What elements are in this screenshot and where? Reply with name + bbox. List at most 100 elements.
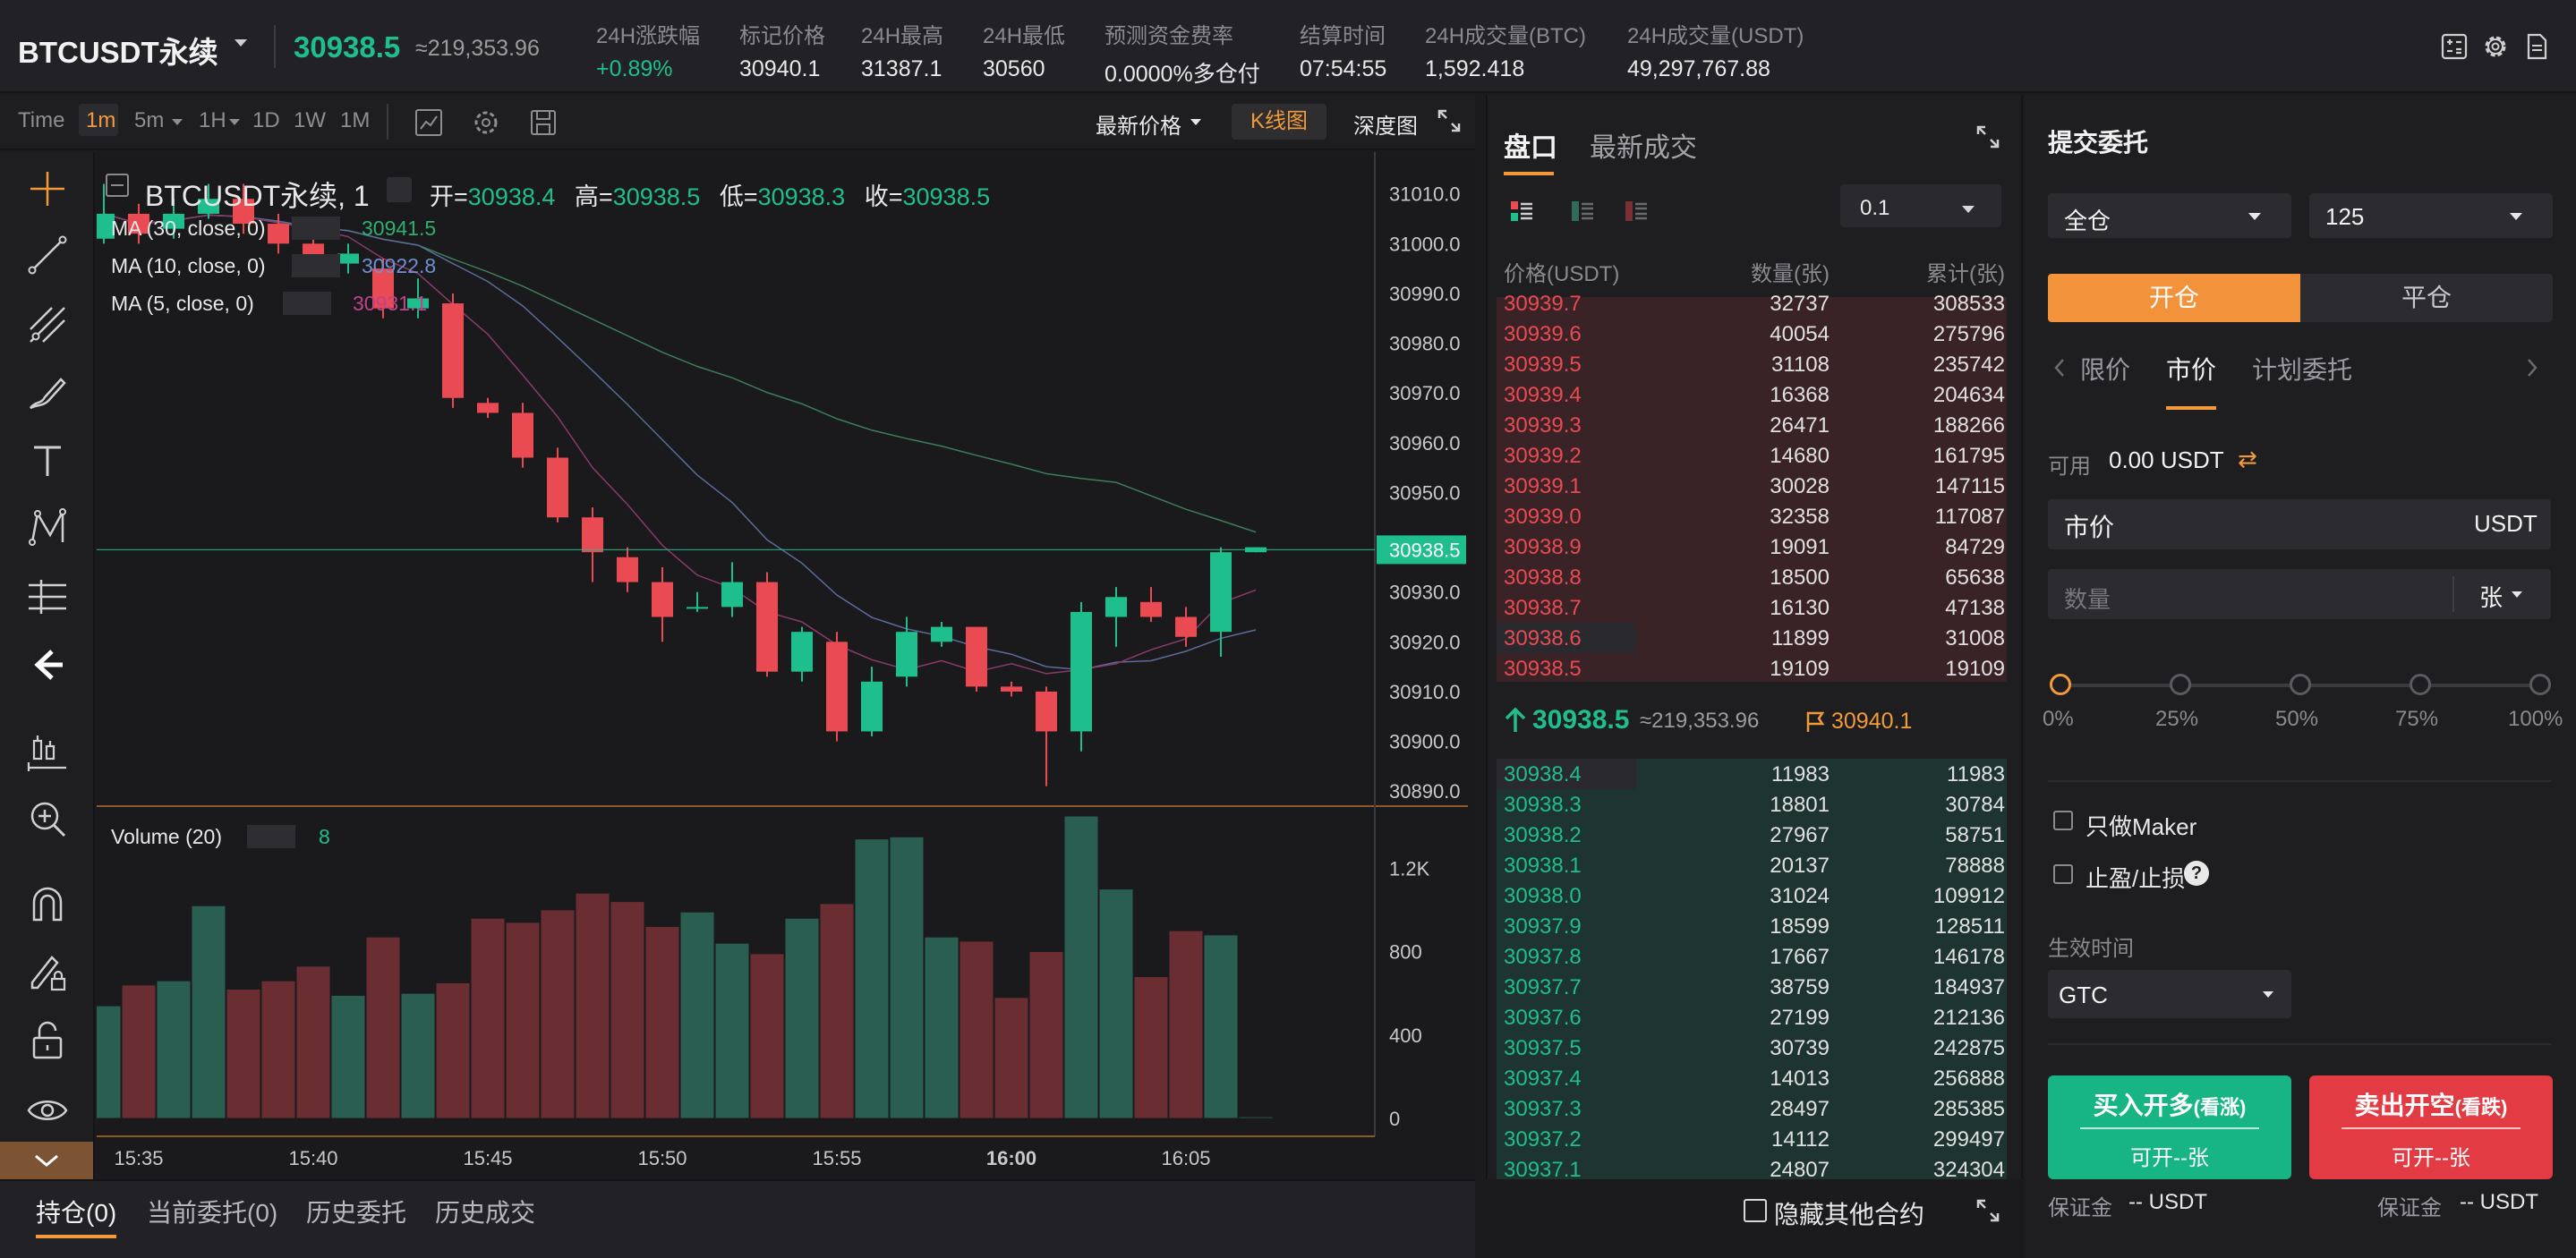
- bid-row[interactable]: 30938.3 18801 30784: [1504, 789, 2005, 820]
- chevron-down-icon[interactable]: [1962, 206, 1975, 213]
- bid-row[interactable]: 30937.8 17667 146178: [1504, 941, 2005, 972]
- brush-icon[interactable]: [23, 369, 72, 417]
- price-type-select[interactable]: 最新价格: [1096, 108, 1181, 140]
- order-type-market[interactable]: 市价: [2166, 351, 2216, 387]
- ask-row[interactable]: 30938.7 16130 47138: [1504, 592, 2005, 623]
- interval-1d[interactable]: 1D: [252, 108, 280, 133]
- ask-row[interactable]: 30939.4 16368 204634: [1504, 379, 2005, 410]
- measure-icon[interactable]: [23, 573, 72, 621]
- kline-chart[interactable]: 31010.0 31000.0 30990.0 30980.0 30970.0 30960…: [97, 152, 1475, 1179]
- tab-recent-trades[interactable]: 最新成交: [1590, 125, 1697, 165]
- document-icon[interactable]: [2522, 32, 2551, 61]
- bid-row[interactable]: 30937.5 30739 242875: [1504, 1033, 2005, 1063]
- symbol-selector[interactable]: BTCUSDT永续: [18, 29, 218, 72]
- help-icon[interactable]: ?: [2184, 861, 2209, 886]
- ask-row[interactable]: 30938.5 19109 19109: [1504, 653, 2005, 684]
- bid-row[interactable]: 30938.4 11983 11983: [1504, 759, 2005, 789]
- transfer-icon[interactable]: ⇄: [2238, 446, 2257, 473]
- fullscreen-icon[interactable]: [1436, 107, 1463, 134]
- bid-row[interactable]: 30937.7 38759 184937: [1504, 972, 2005, 1002]
- interval-1m[interactable]: 1m: [86, 108, 115, 133]
- hide-other-checkbox[interactable]: [1744, 1199, 1767, 1222]
- ask-row[interactable]: 30939.2 14680 161795: [1504, 440, 2005, 471]
- bid-row[interactable]: 30938.1 20137 78888: [1504, 850, 2005, 880]
- ask-row[interactable]: 30938.8 18500 65638: [1504, 562, 2005, 592]
- ask-row[interactable]: 30939.0 32358 117087: [1504, 501, 2005, 531]
- trend-line-icon[interactable]: [23, 231, 72, 279]
- chevron-down-icon[interactable]: [2248, 213, 2261, 220]
- zoom-icon[interactable]: [23, 795, 72, 843]
- bid-row[interactable]: 30938.0 31024 109912: [1504, 880, 2005, 911]
- book-asks-icon[interactable]: [1624, 199, 1649, 224]
- tp-sl-checkbox[interactable]: [2053, 864, 2073, 884]
- bid-row[interactable]: 30937.2 14112 299497: [1504, 1124, 2005, 1154]
- chart-settings-icon[interactable]: [471, 107, 501, 138]
- quantity-unit-select[interactable]: 张: [2479, 580, 2503, 613]
- hide-other-label[interactable]: 隐藏其他合约: [1774, 1195, 1924, 1231]
- expand-icon[interactable]: [1975, 123, 2001, 150]
- open-position-tab[interactable]: 开仓: [2048, 274, 2300, 322]
- text-tool-icon[interactable]: [23, 437, 72, 485]
- eye-icon[interactable]: [23, 1086, 72, 1135]
- interval-time[interactable]: Time: [18, 108, 64, 133]
- tab-open-orders[interactable]: 当前委托(0): [147, 1194, 277, 1229]
- chevron-down-icon[interactable]: [1190, 119, 1201, 125]
- expand-icon[interactable]: [1975, 1197, 2001, 1224]
- magnet-icon[interactable]: [23, 880, 72, 929]
- sell-short-label[interactable]: 卖出开空(看跌): [2309, 1086, 2553, 1122]
- ask-row[interactable]: 30939.5 31108 235742: [1504, 349, 2005, 379]
- indicator-chart-icon[interactable]: [414, 107, 444, 138]
- interval-1h[interactable]: 1H: [199, 108, 226, 133]
- pattern-icon[interactable]: [23, 503, 72, 551]
- bid-row[interactable]: 30937.6 27199 212136: [1504, 1002, 2005, 1033]
- ma10-controls[interactable]: [292, 254, 340, 277]
- order-type-plan[interactable]: 计划委托: [2252, 351, 2352, 387]
- calculator-icon[interactable]: [2440, 32, 2469, 61]
- slider-handle[interactable]: [2050, 674, 2071, 695]
- tab-orderbook[interactable]: 盘口: [1504, 125, 1557, 165]
- chevron-down-icon[interactable]: [172, 119, 183, 125]
- chevron-down-icon[interactable]: [229, 119, 240, 125]
- kline-tab[interactable]: K线图: [1232, 104, 1326, 140]
- tab-trade-history[interactable]: 历史成交: [435, 1194, 535, 1229]
- ask-row[interactable]: 30939.6 40054 275796: [1504, 319, 2005, 349]
- slider-stop-50[interactable]: [2290, 674, 2311, 695]
- chevron-down-icon[interactable]: [2263, 991, 2273, 998]
- interval-1w[interactable]: 1W: [294, 108, 326, 133]
- indicator-icon[interactable]: [23, 728, 72, 777]
- interval-5m[interactable]: 5m: [134, 108, 164, 133]
- bid-row[interactable]: 30937.3 28497 285385: [1504, 1093, 2005, 1124]
- ask-row[interactable]: 30939.7 32737 308533: [1504, 288, 2005, 319]
- order-type-limit[interactable]: 限价: [2080, 351, 2130, 387]
- save-layout-icon[interactable]: [528, 107, 559, 138]
- interval-1month[interactable]: 1M: [340, 108, 370, 133]
- back-arrow-icon[interactable]: [23, 641, 72, 689]
- lock-draw-icon[interactable]: [23, 948, 72, 997]
- bid-row[interactable]: 30937.1 24807 324304: [1504, 1154, 2005, 1185]
- bid-row[interactable]: 30937.4 14013 256888: [1504, 1063, 2005, 1093]
- slider-stop-100[interactable]: [2529, 674, 2551, 695]
- fib-icon[interactable]: [23, 301, 72, 349]
- maker-only-checkbox[interactable]: [2053, 811, 2073, 830]
- slider-stop-25[interactable]: [2170, 674, 2191, 695]
- chevron-left-icon[interactable]: [2053, 358, 2066, 378]
- gear-icon[interactable]: [2481, 32, 2510, 61]
- legend-settings-icon[interactable]: [387, 177, 412, 202]
- tab-positions[interactable]: 持仓(0): [36, 1194, 116, 1229]
- ma5-controls[interactable]: [283, 292, 331, 315]
- ask-row[interactable]: 30938.6 11899 31008: [1504, 623, 2005, 653]
- chevron-right-icon[interactable]: [2526, 358, 2538, 378]
- ma30-controls[interactable]: [292, 217, 340, 240]
- book-both-icon[interactable]: [1509, 199, 1534, 224]
- depth-tab[interactable]: 深度图: [1353, 108, 1418, 140]
- ask-row[interactable]: 30938.9 19091 84729: [1504, 531, 2005, 562]
- tp-sl-label[interactable]: 止盈/止损: [2086, 861, 2185, 894]
- book-bids-icon[interactable]: [1570, 199, 1595, 224]
- crosshair-icon[interactable]: [23, 165, 72, 213]
- chevron-down-icon[interactable]: [2510, 213, 2522, 220]
- ask-row[interactable]: 30939.1 30028 147115: [1504, 471, 2005, 501]
- chevron-down-icon[interactable]: [2512, 591, 2522, 598]
- close-position-tab[interactable]: 平仓: [2300, 274, 2553, 322]
- chevron-down-icon[interactable]: [30, 1147, 63, 1174]
- bid-row[interactable]: 30937.9 18599 128511: [1504, 911, 2005, 941]
